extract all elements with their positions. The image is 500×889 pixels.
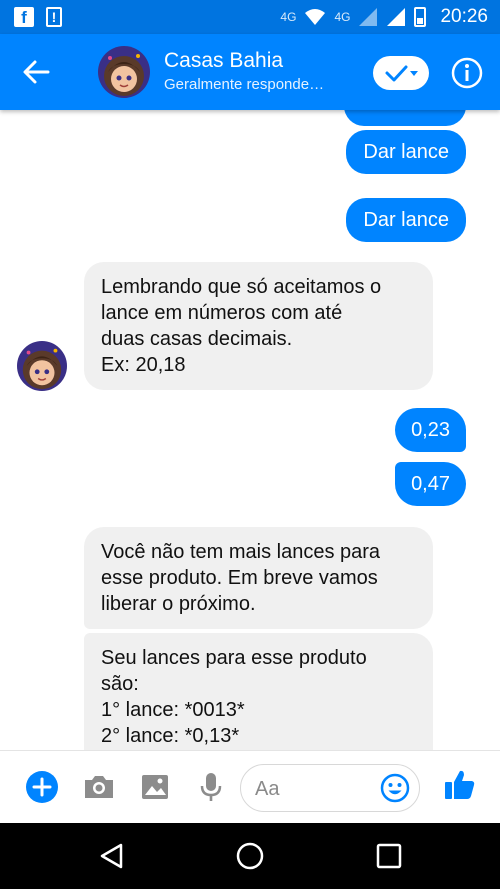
message-text: 0,47 — [411, 473, 450, 495]
signal-icon — [359, 8, 378, 26]
message-list[interactable]: Dar lance Dar lance Lembrando que só ace… — [0, 110, 500, 750]
message-bubble-outgoing[interactable]: 0,47 — [395, 462, 466, 506]
composer-bar — [0, 750, 500, 823]
message-bubble-outgoing[interactable]: Dar lance — [346, 130, 466, 174]
camera-icon — [85, 776, 113, 798]
message-bubble-incoming[interactable]: Seu lances para esse produto são: 1° lan… — [84, 633, 433, 750]
recents-icon — [376, 843, 402, 869]
back-icon — [100, 843, 123, 869]
network-type-2: 4G — [334, 10, 351, 24]
thumbs-up-icon — [445, 770, 475, 799]
status-bar: f ! 4G 4G 20:26 — [0, 0, 500, 34]
contact-status: Geralmente responde… — [164, 76, 325, 93]
more-actions-button[interactable] — [24, 769, 60, 805]
nav-recents-button[interactable] — [372, 839, 406, 873]
message-text: Seu lances para esse produto são: 1° lan… — [101, 647, 367, 747]
verified-menu-button[interactable] — [373, 56, 429, 90]
gallery-button[interactable] — [137, 769, 173, 805]
gallery-icon — [142, 775, 168, 799]
avatar-image — [17, 341, 67, 391]
message-input-field[interactable] — [240, 764, 420, 812]
message-bubble-partial — [344, 110, 466, 126]
checkmark-dropdown-icon — [385, 65, 418, 82]
nav-back-button[interactable] — [94, 839, 128, 873]
battery-icon — [414, 7, 427, 27]
arrow-left-icon — [23, 60, 50, 84]
message-text: Dar lance — [363, 209, 449, 231]
voice-button[interactable] — [193, 769, 229, 805]
facebook-icon: f — [14, 7, 34, 27]
emoji-icon — [380, 773, 410, 803]
network-type: 4G — [280, 10, 297, 24]
emoji-button[interactable] — [379, 772, 411, 804]
message-text: Lembrando que só aceitamos o lance em nú… — [101, 276, 382, 376]
message-bubble-incoming[interactable]: Lembrando que só aceitamos o lance em nú… — [84, 262, 433, 390]
back-button[interactable] — [18, 54, 58, 90]
home-icon — [236, 842, 264, 870]
nav-home-button[interactable] — [233, 839, 267, 873]
contact-avatar[interactable] — [98, 46, 150, 98]
avatar-image — [98, 46, 150, 98]
message-bubble-outgoing[interactable]: 0,23 — [395, 408, 466, 452]
message-bubble-incoming[interactable]: Você não tem mais lances para esse produ… — [84, 527, 433, 629]
info-button[interactable] — [450, 56, 484, 90]
contact-name[interactable]: Casas Bahia — [164, 48, 324, 74]
message-text: Você não tem mais lances para esse produ… — [101, 541, 381, 615]
add-icon — [26, 771, 58, 803]
wifi-icon — [305, 9, 326, 25]
camera-button[interactable] — [81, 769, 117, 805]
info-icon — [451, 57, 483, 89]
system-navigation-bar — [0, 823, 500, 889]
conversation-header: Casas Bahia Geralmente responde… — [0, 34, 500, 110]
sender-avatar[interactable] — [17, 341, 67, 391]
alert-icon: ! — [46, 7, 62, 27]
signal-icon-2 — [387, 8, 406, 26]
message-text: Dar lance — [363, 141, 449, 163]
message-text: 0,23 — [411, 419, 450, 441]
message-input[interactable] — [255, 775, 375, 803]
like-button[interactable] — [442, 767, 478, 803]
clock: 20:26 — [440, 6, 488, 27]
microphone-icon — [200, 773, 222, 801]
message-bubble-outgoing[interactable]: Dar lance — [346, 198, 466, 242]
